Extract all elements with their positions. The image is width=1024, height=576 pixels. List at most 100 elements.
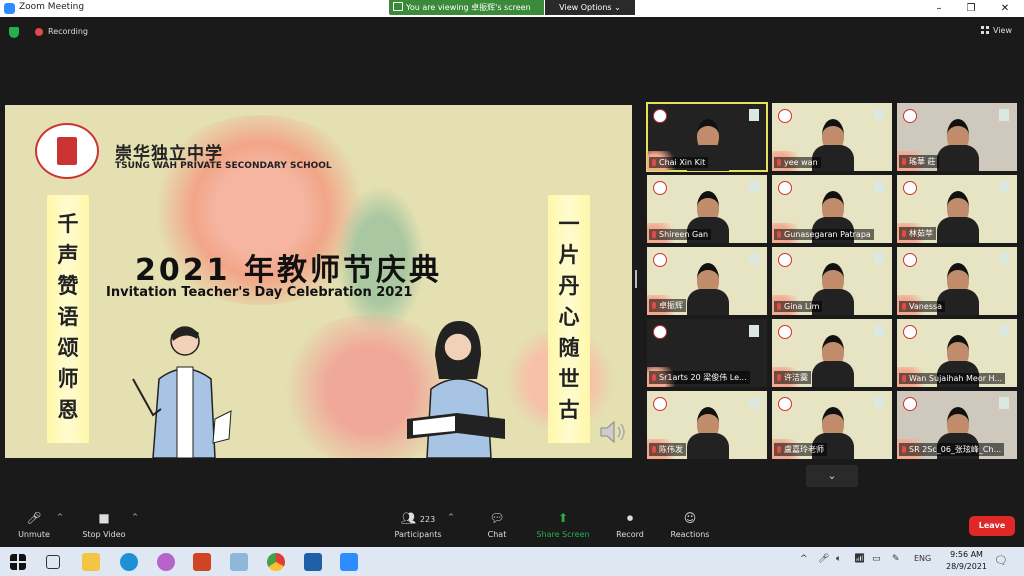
snipping-tool-icon[interactable] — [157, 553, 175, 571]
participant-name: 瑤華 莊 — [899, 155, 939, 168]
stop-video-button[interactable]: ■ Stop Video ^ — [72, 511, 138, 539]
muted-mic-icon — [902, 158, 906, 165]
unmute-label: Unmute — [18, 530, 50, 539]
participants-button[interactable]: 👥︎ 223 Participants ^ — [386, 511, 455, 539]
video-options-caret-icon[interactable]: ^ — [132, 513, 138, 521]
participant-tile[interactable]: 林茹苹 — [897, 175, 1017, 243]
muted-mic-icon — [652, 302, 656, 309]
participant-name: Chai Xin Kit — [649, 157, 709, 168]
female-teacher-illustration — [407, 321, 505, 458]
decor-icon — [874, 397, 884, 409]
speaker-icon[interactable] — [599, 419, 629, 445]
record-label: Record — [616, 530, 644, 539]
slide-title: 2021 年教师节庆典 — [135, 253, 442, 288]
muted-mic-icon — [652, 159, 656, 166]
participant-name-text: 林茹苹 — [909, 229, 933, 238]
view-options-button[interactable]: View Options ⌄ — [545, 0, 635, 15]
participant-name-text: Sr1arts 20 梁俊伟 Le... — [659, 373, 747, 382]
participant-name-text: Shireen Gan — [659, 230, 709, 239]
powerpoint-icon[interactable] — [193, 553, 211, 571]
decor-icon — [999, 109, 1009, 121]
participant-tile[interactable]: yee wan — [772, 103, 892, 171]
viewing-screen-banner: You are viewing 卓振辉's screen — [389, 0, 544, 15]
volume-tray-icon[interactable]: 🔈︎ — [836, 554, 841, 564]
participant-tile[interactable]: Wan Sujaihah Meor H... — [897, 319, 1017, 387]
school-logo-icon — [903, 109, 917, 123]
participant-name: 陈伟发 — [649, 443, 686, 456]
participant-tile[interactable]: Chai Xin Kit — [646, 102, 768, 172]
school-logo-icon — [903, 325, 917, 339]
video-camera-icon: ■ — [98, 511, 110, 525]
view-button[interactable]: View — [981, 26, 1012, 35]
unmute-button[interactable]: 🎤︎ Unmute ^ — [2, 511, 66, 539]
right-scroll-text: 一 片 丹 心 随 世 古 — [558, 212, 580, 422]
school-logo-icon — [778, 397, 792, 411]
close-button[interactable]: ✕ — [988, 0, 1022, 17]
grid-view-icon — [981, 26, 989, 34]
participant-tile[interactable]: Sr1arts 20 梁俊伟 Le... — [647, 319, 767, 387]
pen-tray-icon[interactable]: ✎ — [892, 554, 900, 564]
share-screen-button[interactable]: ⬆ Share Screen — [531, 511, 595, 539]
paint-icon[interactable] — [230, 553, 248, 571]
decor-icon — [749, 181, 759, 193]
participant-tile[interactable]: Gunasegaran Patrapa — [772, 175, 892, 243]
language-indicator[interactable]: ENG — [914, 554, 931, 563]
participant-name-text: 瑤華 莊 — [909, 157, 936, 166]
participant-tile[interactable]: Vanessa — [897, 247, 1017, 315]
view-label: View — [993, 26, 1012, 35]
clock-time: 9:56 AM — [950, 550, 983, 559]
participant-tile[interactable]: 瑤華 莊 — [897, 103, 1017, 171]
decor-icon — [749, 253, 759, 265]
participant-name: Wan Sujaihah Meor H... — [899, 373, 1006, 384]
participant-tile[interactable]: Shireen Gan — [647, 175, 767, 243]
recording-label: Recording — [48, 27, 89, 36]
participant-tile[interactable]: 许洁霙 — [772, 319, 892, 387]
photos-icon[interactable] — [304, 553, 322, 571]
wifi-tray-icon[interactable]: 📶︎ — [854, 554, 865, 564]
edge-browser-icon[interactable] — [120, 553, 138, 571]
participant-tile[interactable]: 卓振辉 — [647, 247, 767, 315]
participant-name: Shireen Gan — [649, 229, 712, 240]
battery-tray-icon[interactable]: ▭ — [872, 554, 881, 564]
taskbar-clock[interactable]: 9:56 AM 28/9/2021 — [946, 549, 987, 573]
school-logo-icon — [653, 181, 667, 195]
leave-button[interactable]: Leave — [969, 516, 1015, 536]
muted-mic-icon — [777, 446, 781, 453]
participant-tile[interactable]: 盧嘉玲老师 — [772, 391, 892, 459]
minimize-button[interactable]: – — [922, 0, 956, 17]
participant-video — [812, 335, 854, 387]
shared-screen[interactable]: 崇华独立中学 TSUNG WAH PRIVATE SECONDARY SCHOO… — [5, 105, 632, 458]
school-logo-icon — [653, 253, 667, 267]
maximize-button[interactable]: ❐ — [954, 0, 988, 17]
zoom-taskbar-icon[interactable] — [340, 553, 358, 571]
participants-caret-icon[interactable]: ^ — [448, 513, 454, 521]
decor-icon — [749, 109, 759, 121]
record-button[interactable]: ⏺ Record — [598, 511, 662, 539]
record-icon: ⏺ — [626, 511, 633, 525]
next-page-chevron-down-icon[interactable]: ⌄ — [806, 465, 858, 487]
split-view-handle[interactable] — [635, 270, 637, 288]
participant-tile[interactable]: Gina Lim — [772, 247, 892, 315]
file-explorer-icon[interactable] — [82, 553, 100, 571]
audio-options-caret-icon[interactable]: ^ — [57, 513, 63, 521]
clock-date: 28/9/2021 — [946, 562, 988, 571]
window-title: Zoom Meeting — [19, 2, 85, 12]
chat-label: Chat — [487, 530, 507, 539]
chat-button[interactable]: 💬︎ Chat — [465, 511, 529, 539]
chrome-icon[interactable] — [267, 553, 285, 571]
tray-chevron-up-icon[interactable]: ^ — [800, 554, 808, 564]
participant-tile[interactable]: 陈伟发 — [647, 391, 767, 459]
school-logo-icon — [778, 325, 792, 339]
notification-icon[interactable]: 🗨︎ — [994, 554, 1008, 567]
task-view-icon[interactable] — [46, 555, 60, 569]
reactions-button[interactable]: ☺ Reactions — [658, 511, 722, 539]
recording-icon — [35, 28, 43, 36]
participant-name-text: 盧嘉玲老师 — [784, 445, 824, 454]
muted-mic-icon — [777, 231, 781, 238]
school-logo-icon — [778, 109, 792, 123]
participant-tile[interactable]: SR 2Sc_06_张玹峰_Ch... — [897, 391, 1017, 459]
windows-start-icon[interactable] — [10, 554, 26, 570]
microphone-tray-icon[interactable]: 🎤︎ — [818, 554, 829, 564]
muted-mic-icon — [902, 303, 906, 310]
security-shield-icon[interactable] — [9, 27, 19, 38]
